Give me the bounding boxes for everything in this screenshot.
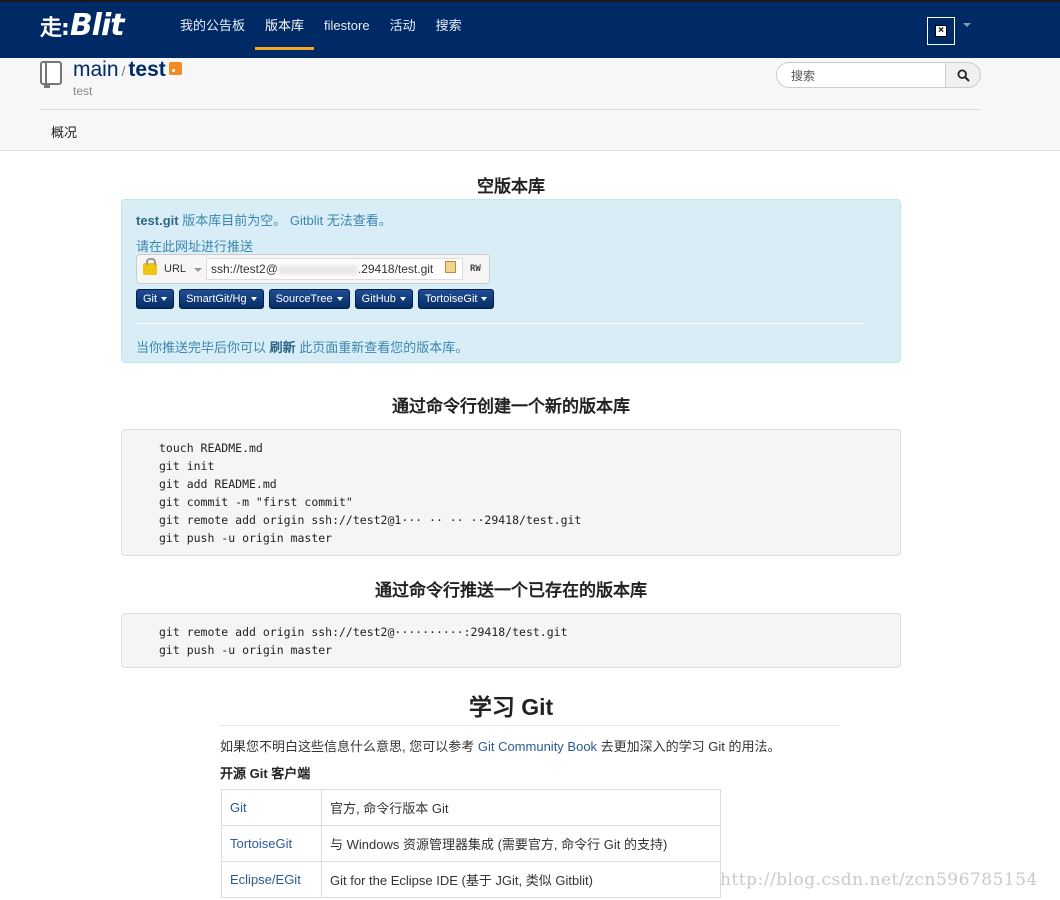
rss-feed-icon[interactable] [168, 62, 182, 75]
button-label: GitHub [361, 293, 396, 305]
alert-divider [136, 323, 864, 324]
client-link-git[interactable]: Git [230, 800, 247, 815]
sourcetree-menu-button[interactable]: SourceTree [268, 289, 350, 309]
client-name-cell: Git [221, 789, 322, 826]
refresh-hint-post: 此页面重新查看您的版本库。 [295, 340, 469, 355]
nav-filestore[interactable]: filestore [314, 2, 380, 48]
repo-group-link[interactable]: main [73, 58, 119, 81]
push-existing-heading: 通过命令行推送一个已存在的版本库 [375, 581, 647, 600]
learn-text-pre: 如果您不明白这些信息什么意思, 您可以参考 [220, 739, 478, 754]
main-nav: 我的公告板 版本库 filestore 活动 搜索 [170, 2, 472, 60]
repository-url-panel: URL ssh://test2@ .29418/test.git RW [136, 254, 490, 284]
broken-image-icon: × [935, 25, 947, 37]
repo-git-name: test.git [136, 213, 179, 228]
gitblit-logo[interactable]: 走:Blit [40, 8, 125, 43]
refresh-link[interactable]: 刷新 [270, 340, 296, 355]
client-desc-cell: 与 Windows 资源管理器集成 (需要官方, 命令行 Git 的支持) [321, 825, 721, 862]
repository-url-field[interactable]: ssh://test2@ .29418/test.git [206, 258, 463, 280]
repo-name-link[interactable]: test [128, 58, 165, 81]
nav-activity[interactable]: 活动 [380, 2, 426, 48]
push-hint: 请在此网址进行推送 [136, 239, 254, 254]
nav-search[interactable]: 搜索 [426, 2, 472, 48]
redacted-host [277, 264, 358, 275]
client-link-tortoisegit[interactable]: TortoiseGit [230, 836, 292, 851]
watermark: http://blog.csdn.net/zcn596785154 [720, 870, 1038, 890]
caret-down-icon [250, 297, 257, 302]
table-row: Git 官方, 命令行版本 Git [221, 789, 721, 826]
table-row: TortoiseGit 与 Windows 资源管理器集成 (需要官方, 命令行… [221, 825, 721, 862]
logo-glyph: 走: [40, 16, 70, 41]
url-type-select[interactable]: URL [164, 263, 186, 275]
empty-repo-heading: 空版本库 [477, 177, 545, 196]
button-label: SourceTree [275, 293, 333, 305]
learn-divider [220, 725, 840, 726]
caret-down-icon [336, 297, 343, 302]
caret-down-icon [161, 297, 168, 302]
search-icon [957, 69, 970, 82]
path-separator: / [121, 63, 126, 79]
access-permission-badge: RW [470, 264, 481, 274]
client-link-egit[interactable]: Eclipse/EGit [230, 872, 301, 887]
client-desc-cell: 官方, 命令行版本 Git [321, 789, 721, 826]
learn-git-heading: 学习 Git [468, 694, 554, 720]
repository-icon [40, 61, 62, 88]
button-label: TortoiseGit [424, 293, 478, 305]
empty-repo-alert: test.git 版本库目前为空。 Gitblit 无法查看。 请在此网址进行推… [121, 199, 901, 363]
logo-text: Blit [69, 8, 125, 43]
empty-repo-text: 版本库目前为空。 Gitblit 无法查看。 [178, 213, 392, 228]
url-prefix: ssh://test2@ [211, 262, 278, 276]
repo-header: main/test test 概况 [0, 58, 1060, 151]
lock-icon [143, 258, 157, 275]
tab-overview[interactable]: 概况 [51, 122, 77, 141]
table-row: Eclipse/EGit Git for the Eclipse IDE (基于… [221, 861, 721, 898]
empty-repo-message: test.git 版本库目前为空。 Gitblit 无法查看。 [136, 210, 392, 229]
nav-repositories[interactable]: 版本库 [255, 2, 315, 50]
git-clients-table: Git 官方, 命令行版本 Git TortoiseGit 与 Windows … [221, 789, 721, 898]
refresh-hint: 当你推送完毕后你可以 刷新 此页面重新查看您的版本库。 [136, 337, 468, 356]
learn-text-post: 去更加深入的学习 Git 的用法。 [597, 739, 781, 754]
create-repo-heading: 通过命令行创建一个新的版本库 [392, 397, 630, 416]
button-label: SmartGit/Hg [186, 293, 247, 305]
push-existing-code: git remote add origin ssh://test2@······… [121, 613, 901, 668]
search-box [776, 62, 946, 89]
tortoisegit-menu-button[interactable]: TortoiseGit [417, 289, 495, 309]
git-menu-button[interactable]: Git [136, 289, 175, 309]
search-button[interactable] [945, 62, 981, 88]
client-name-cell: Eclipse/EGit [221, 861, 322, 898]
search-input[interactable] [789, 63, 938, 89]
repo-description: test [73, 84, 93, 98]
create-repo-code: touch README.md git init git add README.… [121, 429, 901, 556]
open-source-clients-title: 开源 Git 客户端 [220, 766, 311, 781]
repo-title: main / test [73, 58, 182, 82]
refresh-hint-pre: 当你推送完毕后你可以 [136, 340, 270, 355]
user-menu-caret-icon[interactable] [963, 23, 971, 27]
button-label: Git [143, 293, 158, 305]
smartgit-menu-button[interactable]: SmartGit/Hg [179, 289, 264, 309]
user-avatar[interactable]: × [927, 17, 955, 45]
learn-git-text: 如果您不明白这些信息什么意思, 您可以参考 Git Community Book… [220, 736, 781, 755]
caret-down-icon [399, 297, 406, 302]
client-desc-cell: Git for the Eclipse IDE (基于 JGit, 类似 Git… [321, 861, 721, 898]
github-menu-button[interactable]: GitHub [354, 289, 413, 309]
header-divider [40, 109, 981, 110]
copy-icon[interactable] [445, 261, 456, 273]
client-app-buttons: Git SmartGit/Hg SourceTree GitHub Tortoi… [136, 289, 495, 309]
url-suffix: .29418/test.git [357, 262, 434, 276]
git-community-book-link[interactable]: Git Community Book [478, 739, 597, 754]
client-name-cell: TortoiseGit [221, 825, 322, 862]
caret-down-icon [481, 297, 488, 302]
nav-dashboard[interactable]: 我的公告板 [170, 2, 255, 48]
top-navbar: 走:Blit 我的公告板 版本库 filestore 活动 搜索 × [0, 0, 1060, 58]
chevron-down-icon[interactable] [194, 268, 202, 272]
